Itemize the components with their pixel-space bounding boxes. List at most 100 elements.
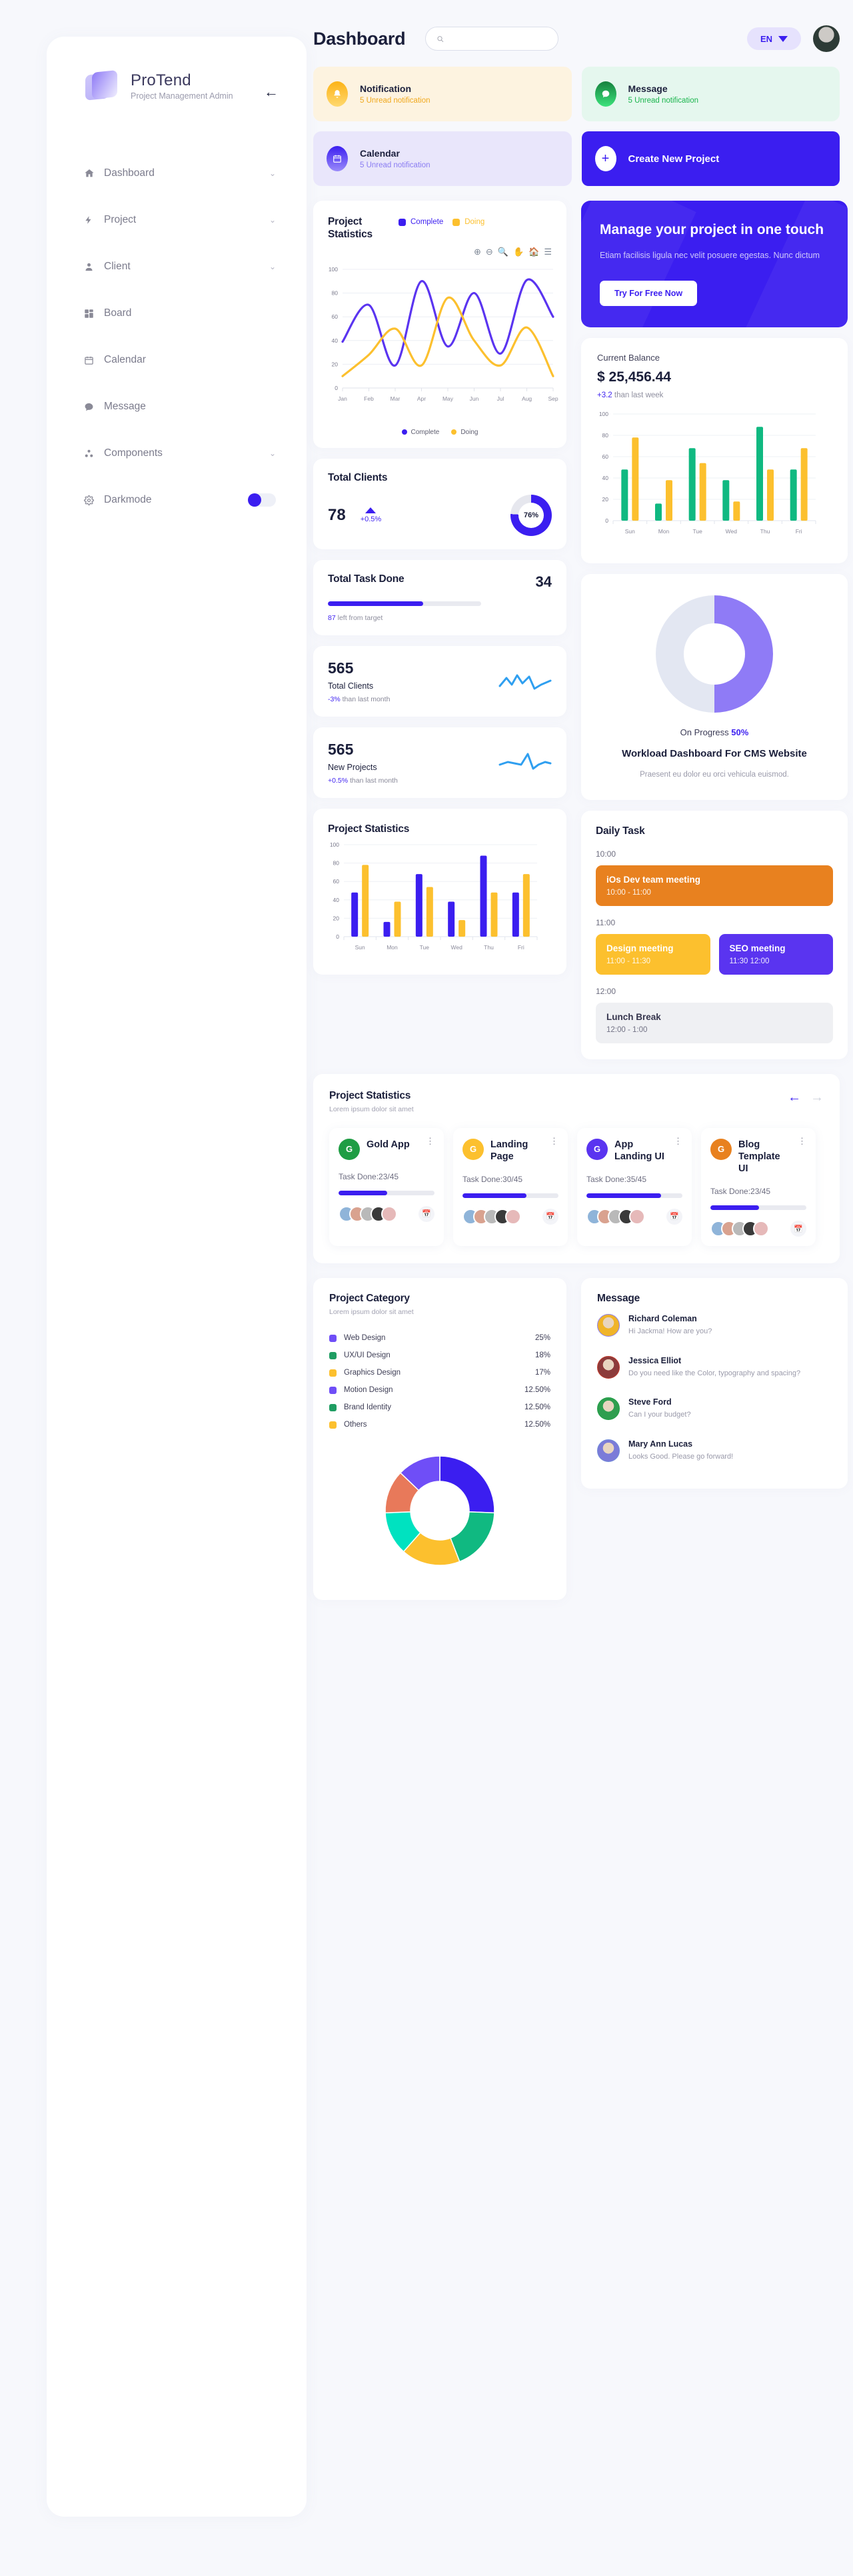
notification-card[interactable]: Notification 5 Unread notification	[313, 67, 572, 121]
sparkline-total-clients	[498, 674, 552, 690]
sidebar-item-board[interactable]: Board	[47, 290, 307, 337]
search-input[interactable]	[449, 34, 548, 43]
try-for-free-button[interactable]: Try For Free Now	[600, 281, 698, 307]
sidebar-item-project[interactable]: Project ⌄	[47, 197, 307, 243]
svg-text:80: 80	[332, 289, 339, 296]
user-avatar[interactable]	[813, 25, 840, 52]
search-box[interactable]	[425, 27, 559, 51]
notification-subtitle: 5 Unread notification	[360, 97, 430, 105]
category-swatch	[329, 1386, 337, 1394]
svg-text:May: May	[442, 395, 454, 402]
sidebar-item-client[interactable]: Client ⌄	[47, 243, 307, 290]
project-card[interactable]: G Blog Template UI ⋮ Task Done:23/45 📅	[701, 1127, 816, 1247]
total-task-done-value: 34	[535, 573, 552, 590]
category-label: UX/UI Design	[344, 1351, 391, 1360]
message-row[interactable]: Steve Ford Can I your budget?	[597, 1388, 832, 1430]
mini-legend-doing: Doing	[451, 429, 478, 436]
calendar-icon[interactable]: 📅	[790, 1221, 806, 1237]
sidebar-item-label: Project	[104, 214, 137, 225]
sidebar-item-components[interactable]: Components ⌄	[47, 430, 307, 477]
calendar-icon[interactable]: 📅	[419, 1205, 434, 1222]
calendar-icon[interactable]: 📅	[666, 1208, 682, 1225]
total-task-done-footer: 87 left from target	[328, 613, 383, 622]
calendar-icon[interactable]: 📅	[542, 1208, 558, 1225]
chart-toolbar[interactable]: ⊕ ⊖ 🔍 ✋ 🏠 ☰	[313, 241, 566, 257]
calendar-icon	[327, 146, 348, 171]
svg-text:Jul: Jul	[497, 395, 504, 402]
more-options-icon[interactable]: ⋮	[550, 1137, 558, 1145]
calendar-card[interactable]: Calendar 5 Unread notification	[313, 131, 572, 186]
svg-text:100: 100	[329, 266, 338, 273]
daily-task-item-range: 10:00 - 11:00	[606, 888, 651, 897]
chevron-down-icon: ⌄	[269, 169, 276, 178]
zoom-out-icon[interactable]: ⊖	[486, 247, 493, 257]
carousel-next-icon[interactable]: →	[810, 1090, 824, 1105]
zoom-in-icon[interactable]: ⊕	[474, 247, 481, 257]
components-icon	[84, 449, 104, 459]
sidebar-item-message[interactable]: Message	[47, 383, 307, 430]
category-label: Motion Design	[344, 1386, 393, 1395]
category-row: Web Design 25%	[329, 1329, 550, 1347]
daily-task-item-title: Lunch Break	[606, 1011, 661, 1022]
language-selector[interactable]: EN	[746, 27, 801, 50]
create-new-project-button[interactable]: + Create New Project	[581, 131, 840, 186]
darkmode-toggle[interactable]	[248, 493, 276, 507]
message-icon	[594, 81, 616, 107]
avatar	[381, 1205, 397, 1222]
carousel-subtitle: Lorem ipsum dolor sit amet	[329, 1105, 414, 1113]
sidebar-item-dashboard[interactable]: Dashboard ⌄	[47, 150, 307, 197]
daily-task-item[interactable]: SEO meeting 11:30 12:00	[718, 933, 833, 975]
project-card[interactable]: G Landing Page ⋮ Task Done:30/45 📅	[453, 1127, 568, 1247]
project-category-title: Project Category	[329, 1293, 410, 1305]
project-card[interactable]: G Gold App ⋮ Task Done:23/45 📅	[329, 1127, 444, 1247]
daily-task-item-range: 11:00 - 11:30	[606, 957, 651, 965]
svg-text:Mar: Mar	[391, 395, 401, 402]
sidebar-item-darkmode[interactable]: Darkmode	[47, 477, 307, 523]
total-clients-delta: +0.5%	[360, 515, 382, 523]
message-card[interactable]: Message 5 Unread notification	[581, 67, 840, 121]
current-balance-amount: $ 25,456.44	[597, 369, 671, 385]
project-name: App Landing UI	[614, 1139, 664, 1162]
message-row[interactable]: Jessica Elliot Do you need like the Color…	[597, 1347, 832, 1389]
svg-text:Thu: Thu	[484, 944, 494, 951]
selection-zoom-icon[interactable]: 🔍	[498, 247, 508, 257]
category-label: Graphics Design	[344, 1369, 401, 1377]
left-column: Project Statistics Complete Doing ⊕ ⊖ 🔍 …	[313, 201, 566, 1059]
carousel-prev-icon[interactable]: ←	[788, 1090, 801, 1105]
project-card[interactable]: G App Landing UI ⋮ Task Done:35/45 📅	[577, 1127, 692, 1247]
svg-text:Aug: Aug	[522, 395, 532, 402]
chevron-down-icon: ⌄	[269, 215, 276, 225]
avatar	[505, 1208, 521, 1225]
category-value: 18%	[534, 1351, 550, 1360]
message-row[interactable]: Richard Coleman Hi Jackma! How are you?	[597, 1305, 832, 1347]
more-options-icon[interactable]: ⋮	[426, 1137, 434, 1145]
message-preview: Hi Jackma! How are you?	[628, 1327, 712, 1336]
daily-task-item-title: Design meeting	[606, 943, 674, 953]
collapse-sidebar-icon[interactable]: ←	[264, 85, 279, 99]
pan-icon[interactable]: ✋	[513, 247, 524, 257]
brand[interactable]: ProTend Project Management Admin ←	[47, 37, 307, 102]
project-statistics-bar-chart: 0 20 40 60 80 100 Sun Mon Tue Wed Thu Fri	[330, 841, 538, 951]
daily-task-item[interactable]: Lunch Break 12:00 - 1:00	[596, 1002, 833, 1043]
avatar	[597, 1397, 620, 1421]
category-label: Web Design	[344, 1334, 386, 1343]
message-sender: Mary Ann Lucas	[628, 1439, 693, 1449]
chevron-down-icon: ⌄	[269, 262, 276, 271]
sidebar-item-calendar[interactable]: Calendar	[47, 337, 307, 383]
project-category-panel: Project Category Lorem ipsum dolor sit a…	[313, 1278, 566, 1601]
total-clients-donut: 76%	[510, 494, 552, 536]
avatar	[629, 1208, 645, 1225]
grid-icon	[84, 309, 104, 319]
more-options-icon[interactable]: ⋮	[798, 1137, 806, 1145]
more-options-icon[interactable]: ⋮	[674, 1137, 682, 1145]
total-task-done-progress	[328, 601, 481, 606]
daily-task-item[interactable]: iOs Dev team meeting 10:00 - 11:00	[596, 865, 833, 906]
category-swatch	[329, 1351, 337, 1359]
menu-icon[interactable]: ☰	[544, 247, 552, 257]
reset-home-icon[interactable]: 🏠	[528, 247, 539, 257]
project-progress	[710, 1205, 806, 1211]
message-row[interactable]: Mary Ann Lucas Looks Good. Please go forw…	[597, 1430, 832, 1472]
daily-task-item[interactable]: Design meeting 11:00 - 11:30	[596, 933, 710, 975]
project-carousel-panel: Project Statistics Lorem ipsum dolor sit…	[313, 1073, 840, 1264]
svg-text:Thu: Thu	[760, 528, 770, 535]
